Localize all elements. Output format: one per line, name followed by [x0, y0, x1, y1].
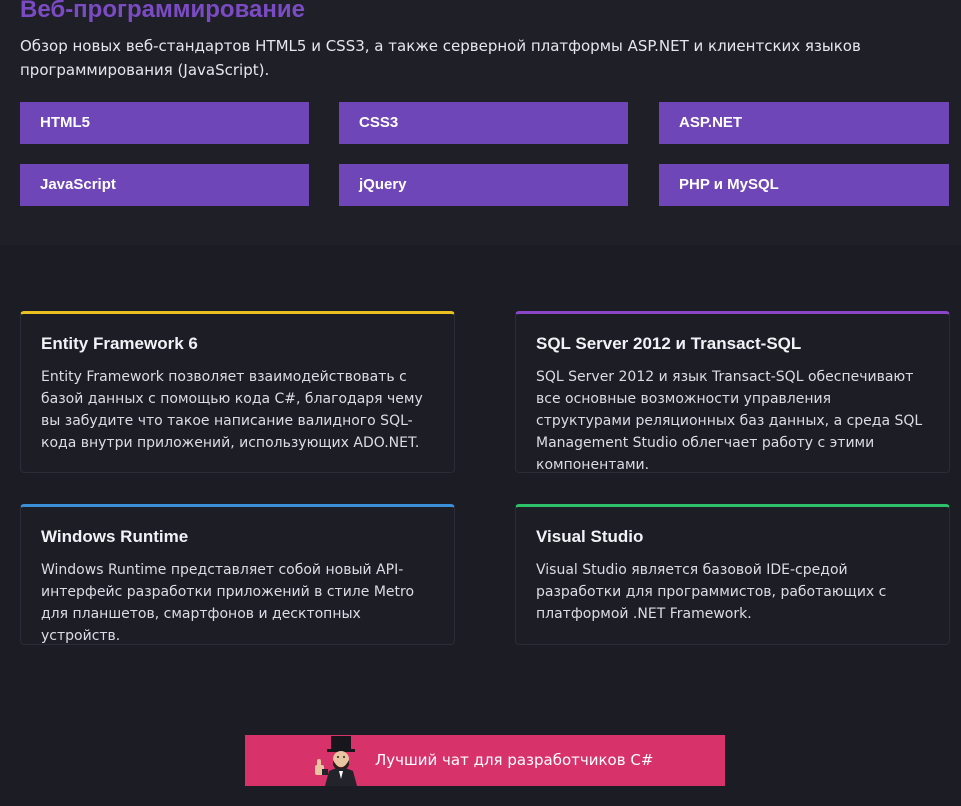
tag-php-mysql[interactable]: PHP и MySQL [659, 164, 949, 206]
card-text: Visual Studio является базовой IDE-средо… [536, 562, 887, 622]
web-programming-section: Веб-программирование Обзор новых веб-ста… [0, 0, 961, 245]
banner-text: Лучший чат для разработчиков C# [375, 751, 654, 769]
tag-css3[interactable]: CSS3 [339, 102, 628, 144]
tag-javascript[interactable]: JavaScript [20, 164, 309, 206]
csharp-chat-banner[interactable]: Лучший чат для разработчиков C# [245, 735, 725, 786]
tag-aspnet[interactable]: ASP.NET [659, 102, 949, 144]
card-title: Entity Framework 6 [41, 334, 198, 353]
section-description: Обзор новых веб-стандартов HTML5 и CSS3,… [20, 37, 861, 79]
card-visual-studio[interactable]: Visual Studio Visual Studio является баз… [515, 504, 950, 645]
card-text: SQL Server 2012 и язык Transact-SQL обес… [536, 369, 923, 473]
section-title: Веб-программирование [20, 0, 305, 23]
tag-jquery[interactable]: jQuery [339, 164, 628, 206]
card-text: Entity Framework позволяет взаимодейство… [41, 369, 423, 451]
card-windows-runtime[interactable]: Windows Runtime Windows Runtime представ… [20, 504, 455, 645]
card-title: Visual Studio [536, 527, 644, 546]
lincoln-thumbs-up-icon [313, 735, 363, 786]
card-text: Windows Runtime представляет собой новый… [41, 562, 415, 644]
card-title: Windows Runtime [41, 527, 189, 546]
card-sql-server[interactable]: SQL Server 2012 и Transact-SQL SQL Serve… [515, 311, 950, 473]
tag-html5[interactable]: HTML5 [20, 102, 309, 144]
card-entity-framework[interactable]: Entity Framework 6 Entity Framework позв… [20, 311, 455, 473]
card-title: SQL Server 2012 и Transact-SQL [536, 334, 802, 353]
